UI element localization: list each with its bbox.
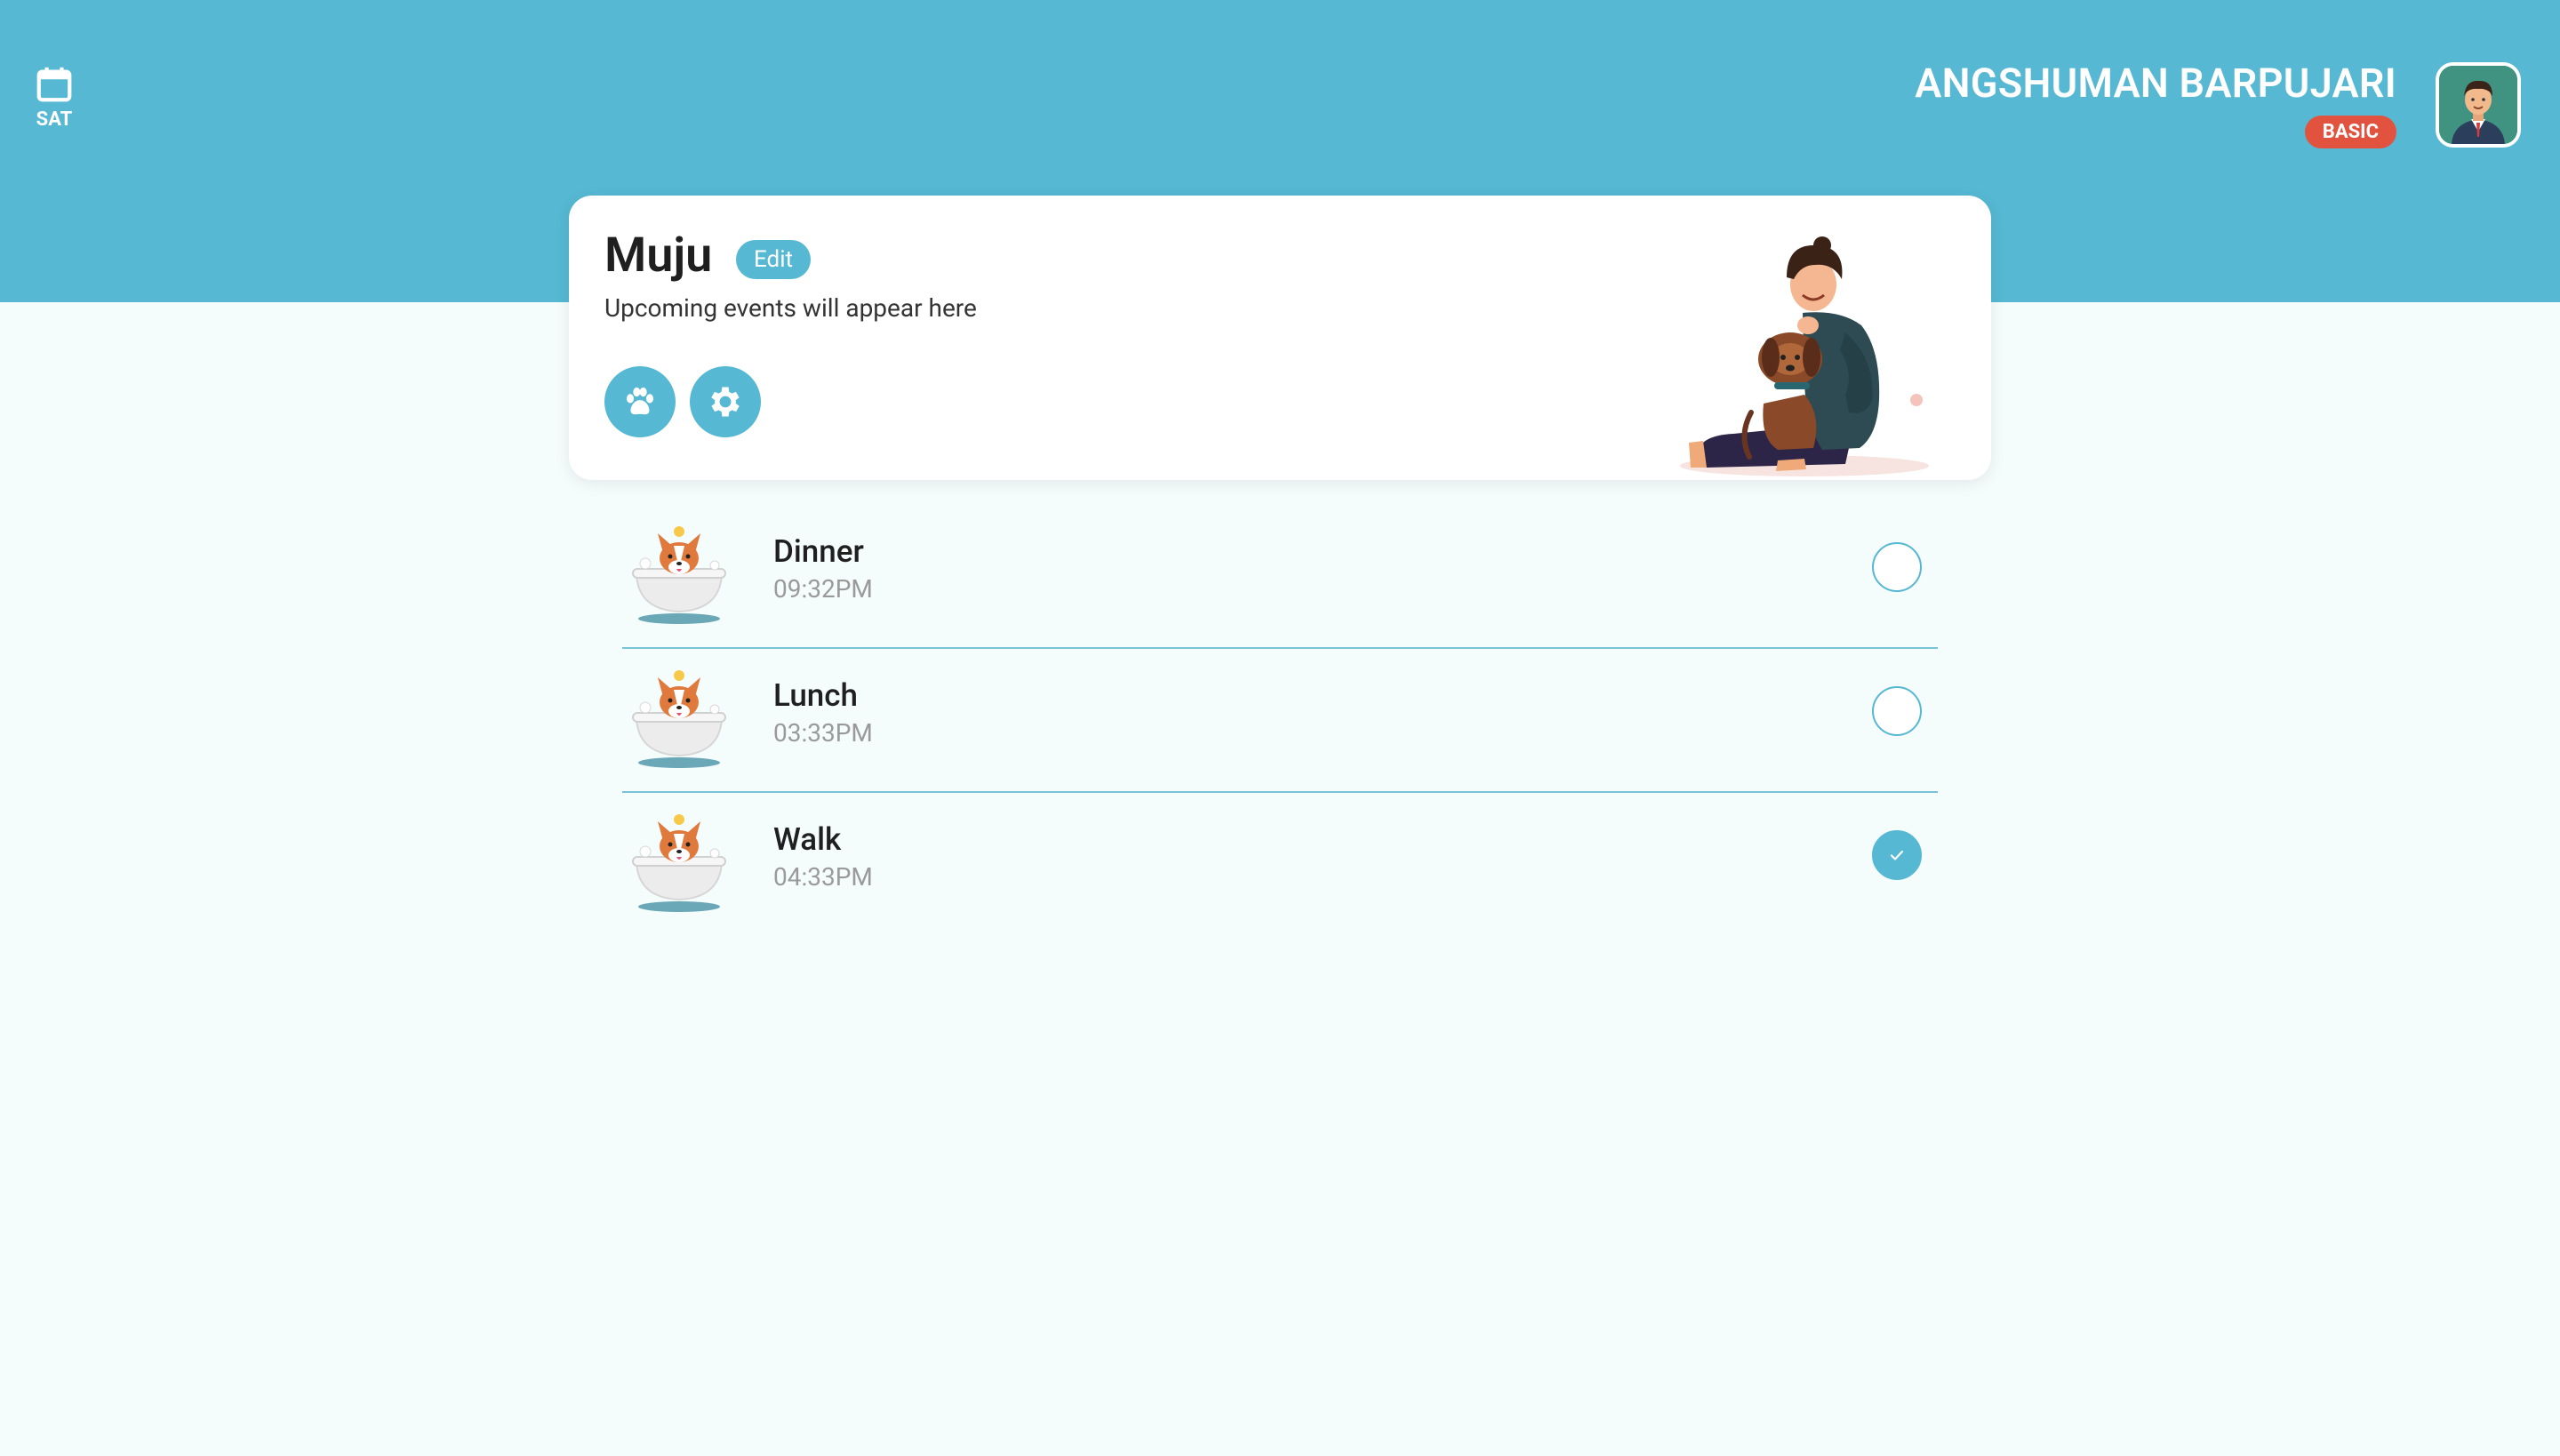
event-checkbox[interactable] xyxy=(1872,686,1922,736)
list-item[interactable]: Walk 04:33PM xyxy=(622,793,1938,935)
event-checkbox[interactable] xyxy=(1872,830,1922,880)
pet-profile-button[interactable] xyxy=(604,366,676,437)
edit-button[interactable]: Edit xyxy=(736,240,812,279)
user-info: ANGSHUMAN BARPUJARI BASIC xyxy=(1915,59,2396,148)
event-time: 04:33PM xyxy=(773,862,873,892)
person-hugging-dog-illustration xyxy=(1680,236,1929,476)
calendar-button[interactable]: SAT xyxy=(32,64,76,131)
calendar-icon xyxy=(36,67,72,102)
event-title: Lunch xyxy=(773,677,859,714)
settings-button[interactable] xyxy=(690,366,761,437)
dog-in-bathtub-icon xyxy=(632,526,726,624)
paw-icon xyxy=(626,387,654,415)
dog-in-bathtub-icon xyxy=(632,670,726,768)
event-list: Dinner 09:32PM Lunch 03:33PM Walk 04:33P… xyxy=(622,505,1938,935)
list-item[interactable]: Lunch 03:33PM xyxy=(622,649,1938,793)
event-title: Walk xyxy=(773,821,842,858)
event-time: 03:33PM xyxy=(773,718,873,748)
day-label: SAT xyxy=(36,108,73,131)
pet-card: Muju Edit Upcoming events will appear he… xyxy=(569,196,1991,480)
list-item[interactable]: Dinner 09:32PM xyxy=(622,505,1938,649)
dog-in-bathtub-icon xyxy=(632,814,726,912)
plan-badge: BASIC xyxy=(2304,116,2396,148)
user-name: ANGSHUMAN BARPUJARI xyxy=(1915,60,2396,107)
avatar-icon xyxy=(2439,66,2517,144)
checkmark-icon xyxy=(1890,850,1904,860)
event-title: Dinner xyxy=(773,533,864,570)
event-time: 09:32PM xyxy=(773,574,873,604)
gear-icon xyxy=(711,387,740,417)
user-avatar[interactable] xyxy=(2436,62,2521,148)
pet-name: Muju xyxy=(604,228,713,284)
upcoming-events-text: Upcoming events will appear here xyxy=(604,293,977,323)
event-checkbox[interactable] xyxy=(1872,542,1922,592)
